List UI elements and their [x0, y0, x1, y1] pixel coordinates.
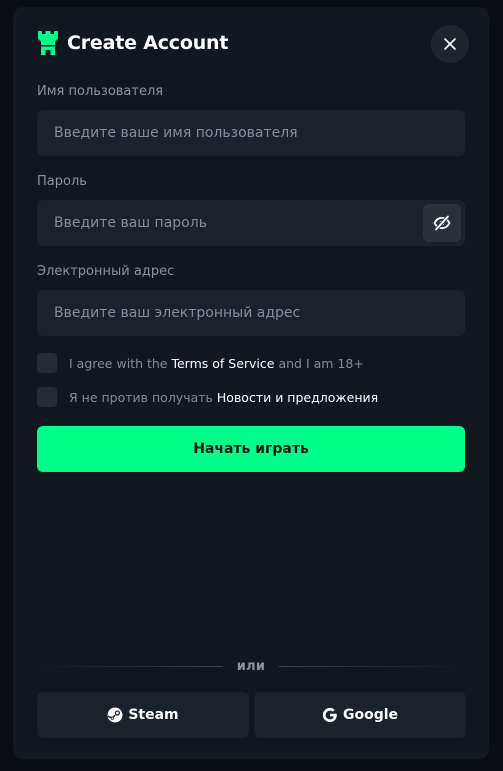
or-label: или: [236, 658, 266, 674]
username-input[interactable]: [37, 110, 465, 156]
email-field-wrapper: [37, 290, 465, 336]
google-login-button[interactable]: Google: [254, 692, 466, 738]
modal-header: Create Account: [37, 29, 228, 57]
news-checkbox-row: Я не против получать Новости и предложен…: [37, 386, 378, 408]
modal-title: Create Account: [67, 32, 229, 54]
news-text: Я не против получать Новости и предложен…: [69, 390, 378, 405]
google-label: Google: [342, 707, 399, 723]
toggle-password-visibility-button[interactable]: [423, 204, 461, 242]
steam-login-button[interactable]: Steam: [37, 692, 249, 738]
divider-line-left: [37, 665, 223, 667]
eye-slash-icon: [433, 215, 451, 231]
google-icon: [322, 707, 337, 723]
password-field-wrapper: [37, 200, 465, 246]
news-prefix: Я не против получать: [69, 389, 213, 405]
news-checkbox[interactable]: [37, 387, 57, 407]
close-icon: [444, 38, 456, 50]
or-divider: или: [37, 657, 466, 675]
username-field-wrapper: [37, 110, 465, 156]
steam-label: Steam: [128, 707, 179, 723]
terms-suffix: and I am 18+: [278, 355, 364, 371]
news-and-offers-link[interactable]: Новости и предложения: [217, 390, 378, 405]
terms-checkbox-row: I agree with the Terms of Service and I …: [37, 352, 364, 374]
terms-text: I agree with the Terms of Service and I …: [69, 356, 364, 371]
divider-line-right: [279, 665, 466, 667]
terms-checkbox[interactable]: [37, 353, 57, 373]
steam-icon: [107, 707, 123, 723]
castle-tower-icon: [38, 31, 58, 55]
password-label: Пароль: [37, 174, 87, 189]
create-account-modal: Create Account Имя пользователя Пароль Э…: [13, 7, 489, 759]
terms-prefix: I agree with the: [69, 355, 168, 371]
username-label: Имя пользователя: [37, 84, 164, 99]
password-input[interactable]: [37, 200, 465, 246]
email-input[interactable]: [37, 290, 465, 336]
start-playing-button[interactable]: Начать играть: [37, 426, 465, 472]
close-button[interactable]: [431, 25, 469, 63]
email-label: Электронный адрес: [37, 264, 175, 279]
terms-of-service-link[interactable]: Terms of Service: [171, 356, 274, 371]
